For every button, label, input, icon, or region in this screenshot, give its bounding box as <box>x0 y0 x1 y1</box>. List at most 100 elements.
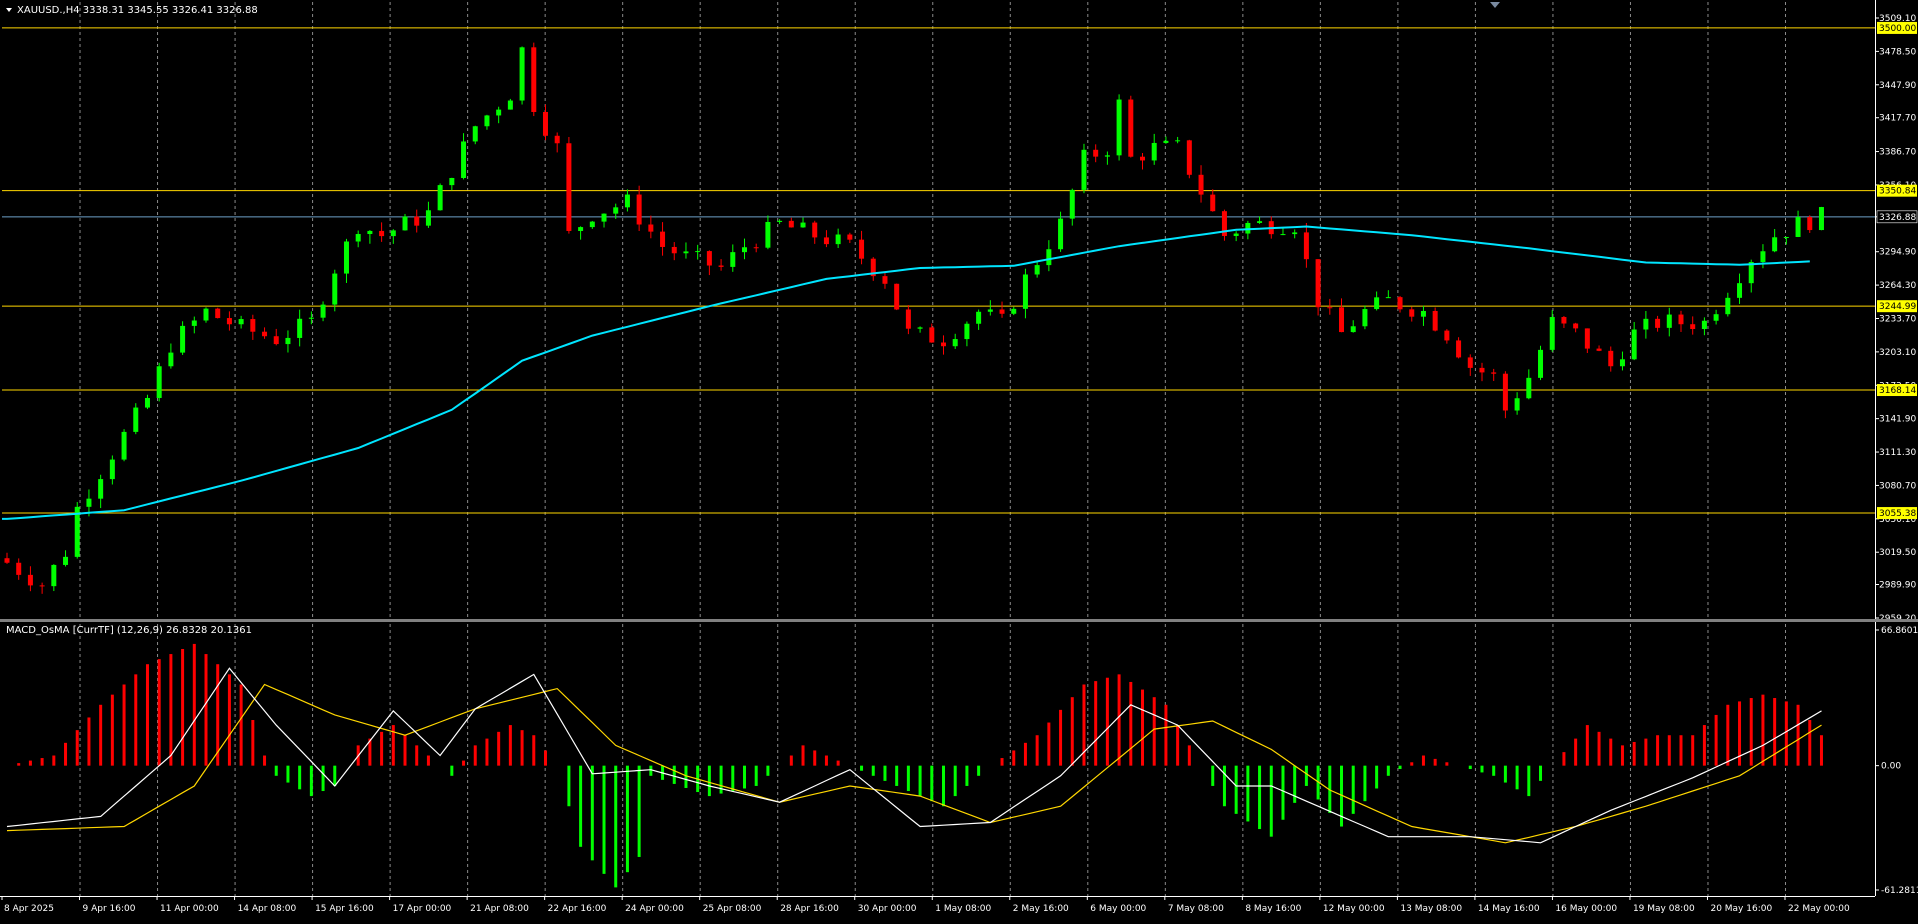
bull-candle <box>168 352 174 367</box>
histogram-bar-negative <box>625 765 629 873</box>
histogram-bar-positive <box>169 654 173 766</box>
bear-candle <box>1690 324 1696 330</box>
histogram-bar-positive <box>251 720 255 766</box>
histogram-bar-negative <box>883 765 887 781</box>
bull-candle <box>1292 232 1298 235</box>
bear-candle <box>1573 323 1579 329</box>
macd-tick-label: 0.00 <box>1881 762 1901 772</box>
histogram-bar-positive <box>28 760 32 766</box>
bull-candle <box>51 564 57 587</box>
histogram-bar-negative <box>1234 765 1238 814</box>
bull-candle <box>976 311 982 324</box>
time-tick-label: 9 Apr 16:00 <box>83 904 136 914</box>
histogram-bar-positive <box>473 745 477 766</box>
level-label: 3168.14 <box>1879 386 1916 396</box>
histogram-bar-positive <box>1023 742 1027 766</box>
bull-candle <box>1163 140 1169 143</box>
histogram-bar-negative <box>1304 765 1308 786</box>
histogram-bar-negative <box>1246 765 1250 822</box>
bull-candle <box>683 251 689 254</box>
histogram-bar-positive <box>1808 720 1812 766</box>
trading-chart[interactable]: 3509.103478.503447.903417.703386.703356.… <box>0 0 1918 924</box>
bear-candle <box>1467 357 1473 368</box>
bear-candle <box>660 231 666 247</box>
bear-candle <box>379 230 385 237</box>
current-price-label: 3326.88 <box>1879 213 1916 223</box>
histogram-bar-negative <box>860 765 864 771</box>
bull-candle <box>1666 314 1672 328</box>
bull-candle <box>1257 221 1263 223</box>
histogram-bar-positive <box>485 738 489 766</box>
histogram-bar-negative <box>1293 765 1297 803</box>
bull-candle <box>777 220 783 222</box>
macd-tick-label: 66.8601 <box>1881 626 1918 636</box>
histogram-bar-positive <box>1164 704 1168 766</box>
bull-candle <box>800 222 806 228</box>
time-tick-label: 2 May 16:00 <box>1013 904 1069 914</box>
bull-candle <box>1619 359 1625 367</box>
histogram-bar-negative <box>1492 765 1496 776</box>
bull-candle <box>1760 251 1766 263</box>
histogram-bar-positive <box>380 731 384 766</box>
bull-candle <box>461 141 467 178</box>
bull-candle <box>1374 297 1380 310</box>
bull-candle <box>320 304 326 318</box>
histogram-bar-positive <box>1094 681 1098 766</box>
histogram-bar-negative <box>286 765 290 783</box>
price-tick-label: 3019.50 <box>1879 548 1916 558</box>
bear-candle <box>4 558 10 563</box>
bull-candle <box>1514 398 1520 411</box>
bear-candle <box>215 308 221 319</box>
bull-candle <box>601 213 607 222</box>
bull-candle <box>1631 329 1637 360</box>
histogram-bar-negative <box>274 765 278 776</box>
histogram-bar-positive <box>836 760 840 766</box>
histogram-bar-positive <box>543 750 547 766</box>
bear-candle <box>648 224 654 232</box>
time-tick-label: 19 May 08:00 <box>1633 904 1695 914</box>
histogram-bar-negative <box>1503 765 1507 783</box>
bull-candle <box>578 227 584 231</box>
bull-candle <box>109 459 115 480</box>
bear-candle <box>847 234 853 240</box>
histogram-bar-positive <box>1819 735 1823 766</box>
bear-candle <box>39 585 45 587</box>
bear-candle <box>1198 174 1204 195</box>
histogram-bar-negative <box>1515 765 1519 790</box>
time-tick-label: 22 Apr 16:00 <box>548 904 607 914</box>
histogram-bar-negative <box>707 765 711 797</box>
bull-candle <box>1538 349 1544 378</box>
bull-candle <box>1420 310 1426 317</box>
histogram-bar-positive <box>157 659 161 766</box>
histogram-bar-positive <box>134 674 138 766</box>
histogram-bar-negative <box>1269 765 1273 837</box>
bear-candle <box>414 216 420 226</box>
bull-candle <box>390 230 396 237</box>
histogram-bar-negative <box>942 765 945 807</box>
histogram-bar-positive <box>1620 745 1624 766</box>
bull-candle <box>1034 265 1040 275</box>
histogram-bar-positive <box>75 730 79 766</box>
histogram-bar-negative <box>1386 765 1390 776</box>
bull-candle <box>1081 149 1087 190</box>
bull-candle <box>1725 297 1731 315</box>
time-tick-label: 25 Apr 08:00 <box>703 904 762 914</box>
bull-candle <box>1350 326 1356 333</box>
histogram-bar-negative <box>953 765 957 797</box>
bull-candle <box>1233 233 1239 236</box>
bear-candle <box>1479 367 1485 373</box>
price-tick-label: 3264.30 <box>1879 281 1916 291</box>
histogram-bar-negative <box>1468 765 1472 770</box>
price-tick-label: 3233.70 <box>1879 314 1916 324</box>
bear-candle <box>636 194 642 225</box>
bull-candle <box>624 194 630 208</box>
bull-candle <box>133 407 139 432</box>
bear-candle <box>273 336 279 345</box>
bull-candle <box>1385 297 1391 299</box>
bear-candle <box>1561 317 1567 324</box>
histogram-bar-positive <box>1000 758 1004 766</box>
bull-candle <box>1795 217 1801 237</box>
histogram-bar-positive <box>1105 677 1109 766</box>
bear-candle <box>941 342 946 347</box>
bear-candle <box>706 251 712 266</box>
